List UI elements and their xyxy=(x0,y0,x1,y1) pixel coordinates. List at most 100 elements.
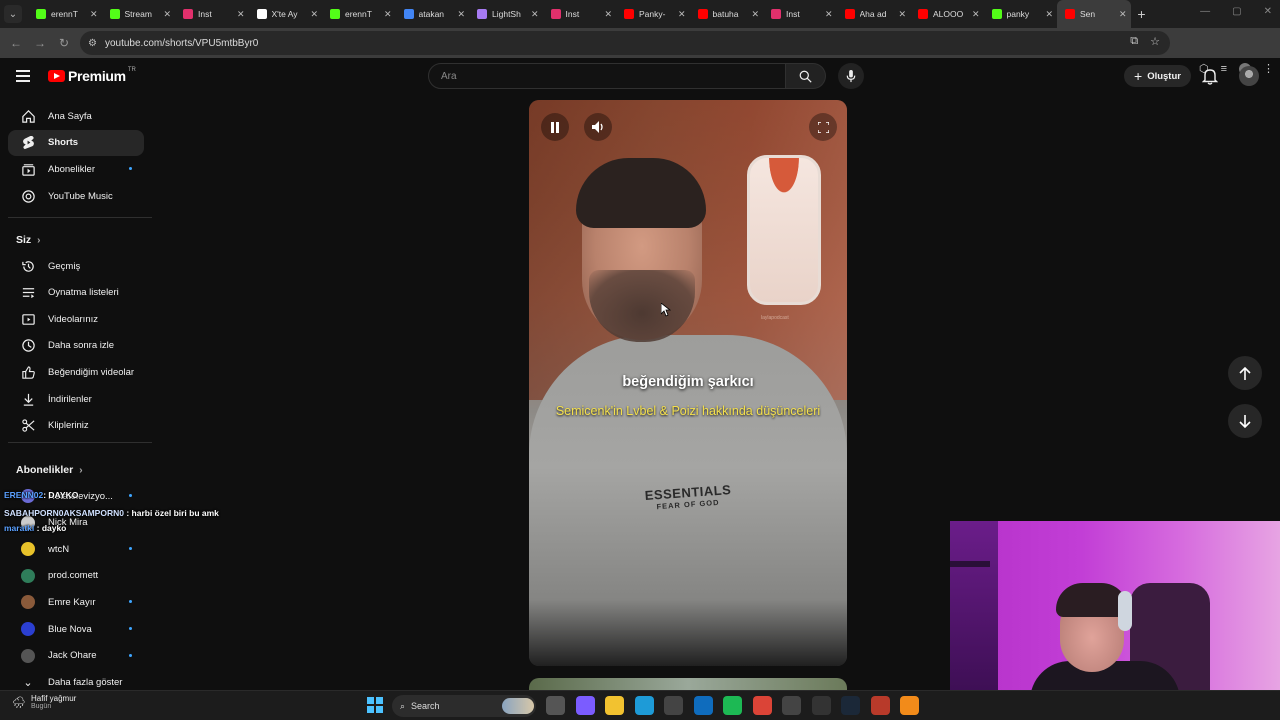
sidebar-item-label: prod.comett xyxy=(48,570,99,582)
fullscreen-button[interactable] xyxy=(809,113,837,141)
omnibox-actions: ⧉ ☆ xyxy=(1130,35,1160,48)
tab-close-icon[interactable]: ✕ xyxy=(604,9,612,20)
create-button[interactable]: + Oluştur xyxy=(1124,65,1191,87)
site-info-icon[interactable]: ⚙ xyxy=(88,38,97,49)
search-input[interactable]: Ara xyxy=(428,63,786,89)
next-short-preview[interactable] xyxy=(529,678,847,690)
url-field[interactable]: ⚙ youtube.com/shorts/VPU5mtbByr0 ⧉ ☆ xyxy=(80,31,1170,55)
tab-close-icon[interactable]: ✕ xyxy=(457,9,465,20)
tab-close-icon[interactable]: ✕ xyxy=(90,9,98,20)
sidebar-item[interactable]: YouTube Music xyxy=(8,183,144,209)
browser-tab[interactable]: atakan ✕ xyxy=(396,0,470,28)
browser-tab[interactable]: ALOOO ✕ xyxy=(910,0,984,28)
browser-tab[interactable]: Stream ✕ xyxy=(102,0,176,28)
tab-close-icon[interactable]: ✕ xyxy=(972,9,980,20)
tab-close-icon[interactable]: ✕ xyxy=(531,9,539,20)
sidebar-item[interactable]: İndirilenler xyxy=(8,386,144,412)
browser-tab[interactable]: Aha ad ✕ xyxy=(837,0,911,28)
browser-tab[interactable]: panky ✕ xyxy=(984,0,1058,28)
sidebar-item[interactable]: Ana Sayfa xyxy=(8,103,144,129)
tab-close-icon[interactable]: ✕ xyxy=(237,9,245,20)
chat-message: ERENN02: DAYKO xyxy=(4,490,79,500)
sidebar-item[interactable]: Videolarınız xyxy=(8,306,144,332)
browser-tab[interactable]: Inst ✕ xyxy=(543,0,617,28)
forward-icon[interactable]: → xyxy=(28,36,52,50)
sidebar-you-header[interactable]: Siz › xyxy=(16,234,41,246)
chrome-icon[interactable] xyxy=(752,696,772,715)
copilot-icon[interactable] xyxy=(575,696,595,715)
channel-item[interactable]: Blue Nova xyxy=(8,616,144,642)
fl-studio-icon[interactable] xyxy=(900,696,919,715)
new-tab-button[interactable]: + xyxy=(1131,6,1153,22)
tab-close-icon[interactable]: ✕ xyxy=(825,9,833,20)
previous-short-button[interactable] xyxy=(1228,356,1262,390)
channel-item[interactable]: Jack Ohare xyxy=(8,643,144,669)
channel-item[interactable]: prod.comett xyxy=(8,563,144,589)
obs-icon[interactable] xyxy=(811,696,831,715)
outlook-icon[interactable] xyxy=(693,696,713,715)
task-view-icon[interactable] xyxy=(546,696,565,715)
next-short-button[interactable] xyxy=(1228,404,1262,438)
store-icon[interactable] xyxy=(664,696,683,715)
sidebar-item[interactable]: Beğendiğim videolar xyxy=(8,359,144,385)
nova-icon[interactable] xyxy=(870,696,890,715)
media-player-icon[interactable] xyxy=(782,696,801,715)
browser-tab[interactable]: LightSh ✕ xyxy=(469,0,543,28)
sidebar-item[interactable]: Shorts xyxy=(8,129,144,156)
tab-close-icon[interactable]: ✕ xyxy=(384,9,392,20)
sidebar-subscriptions-header[interactable]: Abonelikler › xyxy=(16,464,83,476)
sidebar-item-label: Klipleriniz xyxy=(48,420,89,432)
youtube-premium-logo[interactable]: Premium TR xyxy=(48,67,136,84)
account-avatar[interactable] xyxy=(1239,66,1259,86)
tab-search-icon[interactable]: ⌄ xyxy=(4,5,22,23)
your-videos-icon xyxy=(8,312,48,327)
sidebar-item-label: Geçmiş xyxy=(48,260,81,272)
channel-item[interactable]: Emre Kayır xyxy=(8,589,144,615)
weather-widget[interactable]: 🌧 Hafif yağmur Bugün xyxy=(12,694,76,710)
edge-icon[interactable] xyxy=(634,696,654,715)
tab-close-icon[interactable]: ✕ xyxy=(310,9,318,20)
tab-close-icon[interactable]: ✕ xyxy=(751,9,759,20)
minimize-icon[interactable]: — xyxy=(1200,6,1210,17)
browser-tab[interactable]: Panky- ✕ xyxy=(616,0,690,28)
reload-icon[interactable]: ↻ xyxy=(52,36,76,50)
browser-tab[interactable]: Inst ✕ xyxy=(175,0,249,28)
voice-search-button[interactable] xyxy=(838,63,864,89)
browser-tab[interactable]: erennT ✕ xyxy=(28,0,102,28)
tab-close-icon[interactable]: ✕ xyxy=(678,9,686,20)
browser-tab[interactable]: erennT ✕ xyxy=(322,0,396,28)
spotify-icon[interactable] xyxy=(723,696,742,715)
tab-close-icon[interactable]: ✕ xyxy=(1119,9,1127,20)
tab-close-icon[interactable]: ✕ xyxy=(163,9,171,20)
browser-tab[interactable]: batuha ✕ xyxy=(690,0,764,28)
shorts-video-player[interactable]: laylapodcast beğendiğim şarkıcı Semicenk… xyxy=(529,100,847,666)
pause-button[interactable] xyxy=(541,113,569,141)
maximize-icon[interactable]: ▢ xyxy=(1232,6,1241,17)
sidebar-item[interactable]: Geçmiş xyxy=(8,253,144,279)
menu-icon[interactable] xyxy=(16,70,30,85)
youtube-logo-icon xyxy=(48,70,65,82)
search-button[interactable] xyxy=(786,63,826,89)
taskbar-search[interactable]: ⌕ Search xyxy=(392,695,536,717)
back-icon[interactable]: ← xyxy=(4,36,28,50)
browser-tab[interactable]: X'te Ay ✕ xyxy=(249,0,323,28)
tab-close-icon[interactable]: ✕ xyxy=(898,9,906,20)
steam-icon[interactable] xyxy=(841,696,860,715)
close-window-icon[interactable]: ✕ xyxy=(1264,6,1272,17)
channel-item[interactable]: wtcN xyxy=(8,536,144,562)
sidebar-item[interactable]: Abonelikler xyxy=(8,156,144,182)
cast-icon[interactable]: ⧉ xyxy=(1130,35,1138,48)
sidebar-item[interactable]: Oynatma listeleri xyxy=(8,280,144,306)
browser-tab[interactable]: Sen ✕ xyxy=(1057,0,1131,28)
windows-start-icon[interactable] xyxy=(367,697,383,713)
sidebar-item[interactable]: Klipleriniz xyxy=(8,413,144,439)
x-icon xyxy=(256,9,267,19)
file-explorer-icon[interactable] xyxy=(605,696,624,715)
tab-close-icon[interactable]: ✕ xyxy=(1045,9,1053,20)
sidebar-item[interactable]: Daha sonra izle xyxy=(8,333,144,359)
tab-strip: erennT ✕ Stream ✕ Inst ✕ X'te Ay ✕ erennT ✕ atakan… xyxy=(28,0,1131,28)
browser-tab[interactable]: Inst ✕ xyxy=(763,0,837,28)
notifications-bell-icon[interactable] xyxy=(1202,67,1218,85)
bookmark-star-icon[interactable]: ☆ xyxy=(1150,35,1160,48)
volume-button[interactable] xyxy=(584,113,612,141)
